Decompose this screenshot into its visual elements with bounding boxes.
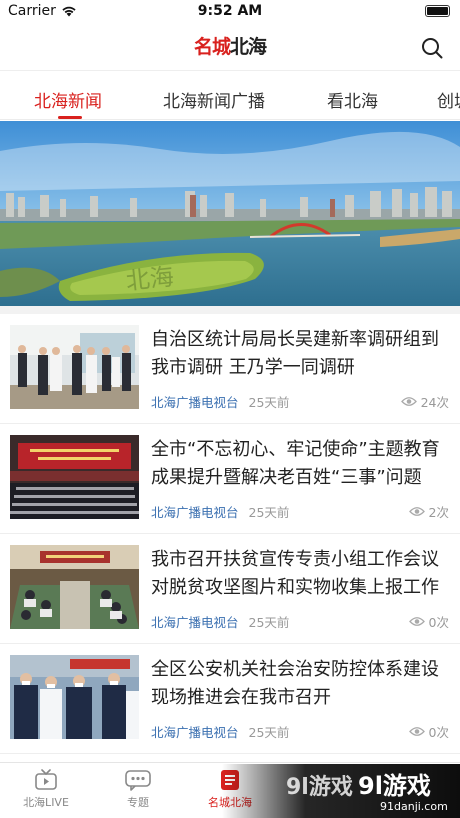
news-item[interactable]: 我市召开扶贫宣传专责小组工作会议 对脱贫攻坚图片和实物收集上报工作 北海广播电视…: [0, 534, 460, 644]
tab-beihai-news[interactable]: 北海新闻: [34, 87, 102, 112]
site-watermark: 9l游戏 9l游戏 91danji.com: [222, 764, 460, 818]
news-meta: 北海广播电视台 25天前 24次: [151, 392, 449, 410]
news-views: 24次: [400, 392, 449, 411]
nav-topics[interactable]: 专题: [103, 769, 173, 810]
active-tab-indicator: [58, 116, 82, 119]
nav-label: 专题: [127, 796, 149, 809]
eye-icon: [408, 617, 425, 626]
nav-label: 北海LIVE: [23, 796, 69, 809]
nav-beihai-live[interactable]: 北海LIVE: [11, 769, 81, 810]
tab-beihai-news-broadcast[interactable]: 北海新闻广播: [163, 87, 265, 112]
battery-icon: [425, 5, 450, 17]
news-title: 自治区统计局局长吴建新率调研组到我市调研 王乃学一同调研: [151, 329, 439, 378]
news-title: 全市“不忘初心、牢记使命”主题教育成果提升暨解决老百姓“三事”问题: [151, 439, 440, 488]
search-icon: [422, 38, 443, 59]
news-item[interactable]: 全区公安机关社会治安防控体系建设现场推进会在我市召开 北海广播电视台 25天前 …: [0, 644, 460, 754]
banner-image: 北海: [0, 121, 460, 306]
eye-icon: [408, 507, 425, 516]
eye-icon: [408, 727, 425, 736]
watermark-site: 91danji.com: [380, 800, 448, 813]
tab-watch-beihai[interactable]: 看北海: [327, 87, 378, 112]
status-bar: Carrier 9:52 AM: [0, 0, 460, 24]
chat-icon: [125, 770, 151, 791]
news-title: 我市召开扶贫宣传专责小组工作会议 对脱贫攻坚图片和实物收集上报工作: [151, 549, 439, 598]
news-thumbnail: [10, 655, 139, 739]
app-header: 名城北海: [0, 24, 460, 70]
news-meta: 北海广播电视台 25天前 0次: [151, 612, 449, 630]
banner-carousel[interactable]: 北海: [0, 121, 460, 306]
news-source: 北海广播电视台: [151, 505, 239, 520]
section-divider: [0, 306, 460, 314]
news-thumbnail: [10, 325, 139, 409]
news-views: 0次: [408, 612, 449, 631]
news-thumbnail: [10, 435, 139, 519]
news-meta: 北海广播电视台 25天前 2次: [151, 502, 449, 520]
news-source: 北海广播电视台: [151, 395, 239, 410]
news-source: 北海广播电视台: [151, 725, 239, 740]
news-age: 25天前: [248, 725, 290, 740]
app-screen: Carrier 9:52 AM 名城北海 北海新闻 北海新闻广播 看北海 创城: [0, 0, 460, 818]
news-views: 0次: [408, 722, 449, 741]
search-button[interactable]: [420, 36, 444, 60]
watermark-text-faint: 9l游戏: [286, 774, 353, 800]
news-item[interactable]: 自治区统计局局长吴建新率调研组到我市调研 王乃学一同调研 北海广播电视台 25天…: [0, 314, 460, 424]
tab-create-city[interactable]: 创城: [437, 87, 460, 112]
category-tabs: 北海新闻 北海新闻广播 看北海 创城: [0, 70, 460, 120]
app-logo: 名城北海: [193, 36, 267, 58]
news-title: 全区公安机关社会治安防控体系建设现场推进会在我市召开: [151, 659, 439, 708]
news-item[interactable]: 全市“不忘初心、牢记使命”主题教育成果提升暨解决老百姓“三事”问题 北海广播电视…: [0, 424, 460, 534]
tv-icon: [35, 769, 57, 790]
news-age: 25天前: [248, 505, 290, 520]
status-time: 9:52 AM: [197, 3, 263, 19]
news-views: 2次: [408, 502, 449, 521]
watermark-text: 9l游戏: [358, 772, 431, 800]
news-age: 25天前: [248, 615, 290, 630]
news-age: 25天前: [248, 395, 290, 410]
news-meta: 北海广播电视台 25天前 0次: [151, 722, 449, 740]
news-thumbnail: [10, 545, 139, 629]
eye-icon: [400, 397, 417, 406]
banner-ground-text: 北海: [124, 263, 175, 296]
news-source: 北海广播电视台: [151, 615, 239, 630]
